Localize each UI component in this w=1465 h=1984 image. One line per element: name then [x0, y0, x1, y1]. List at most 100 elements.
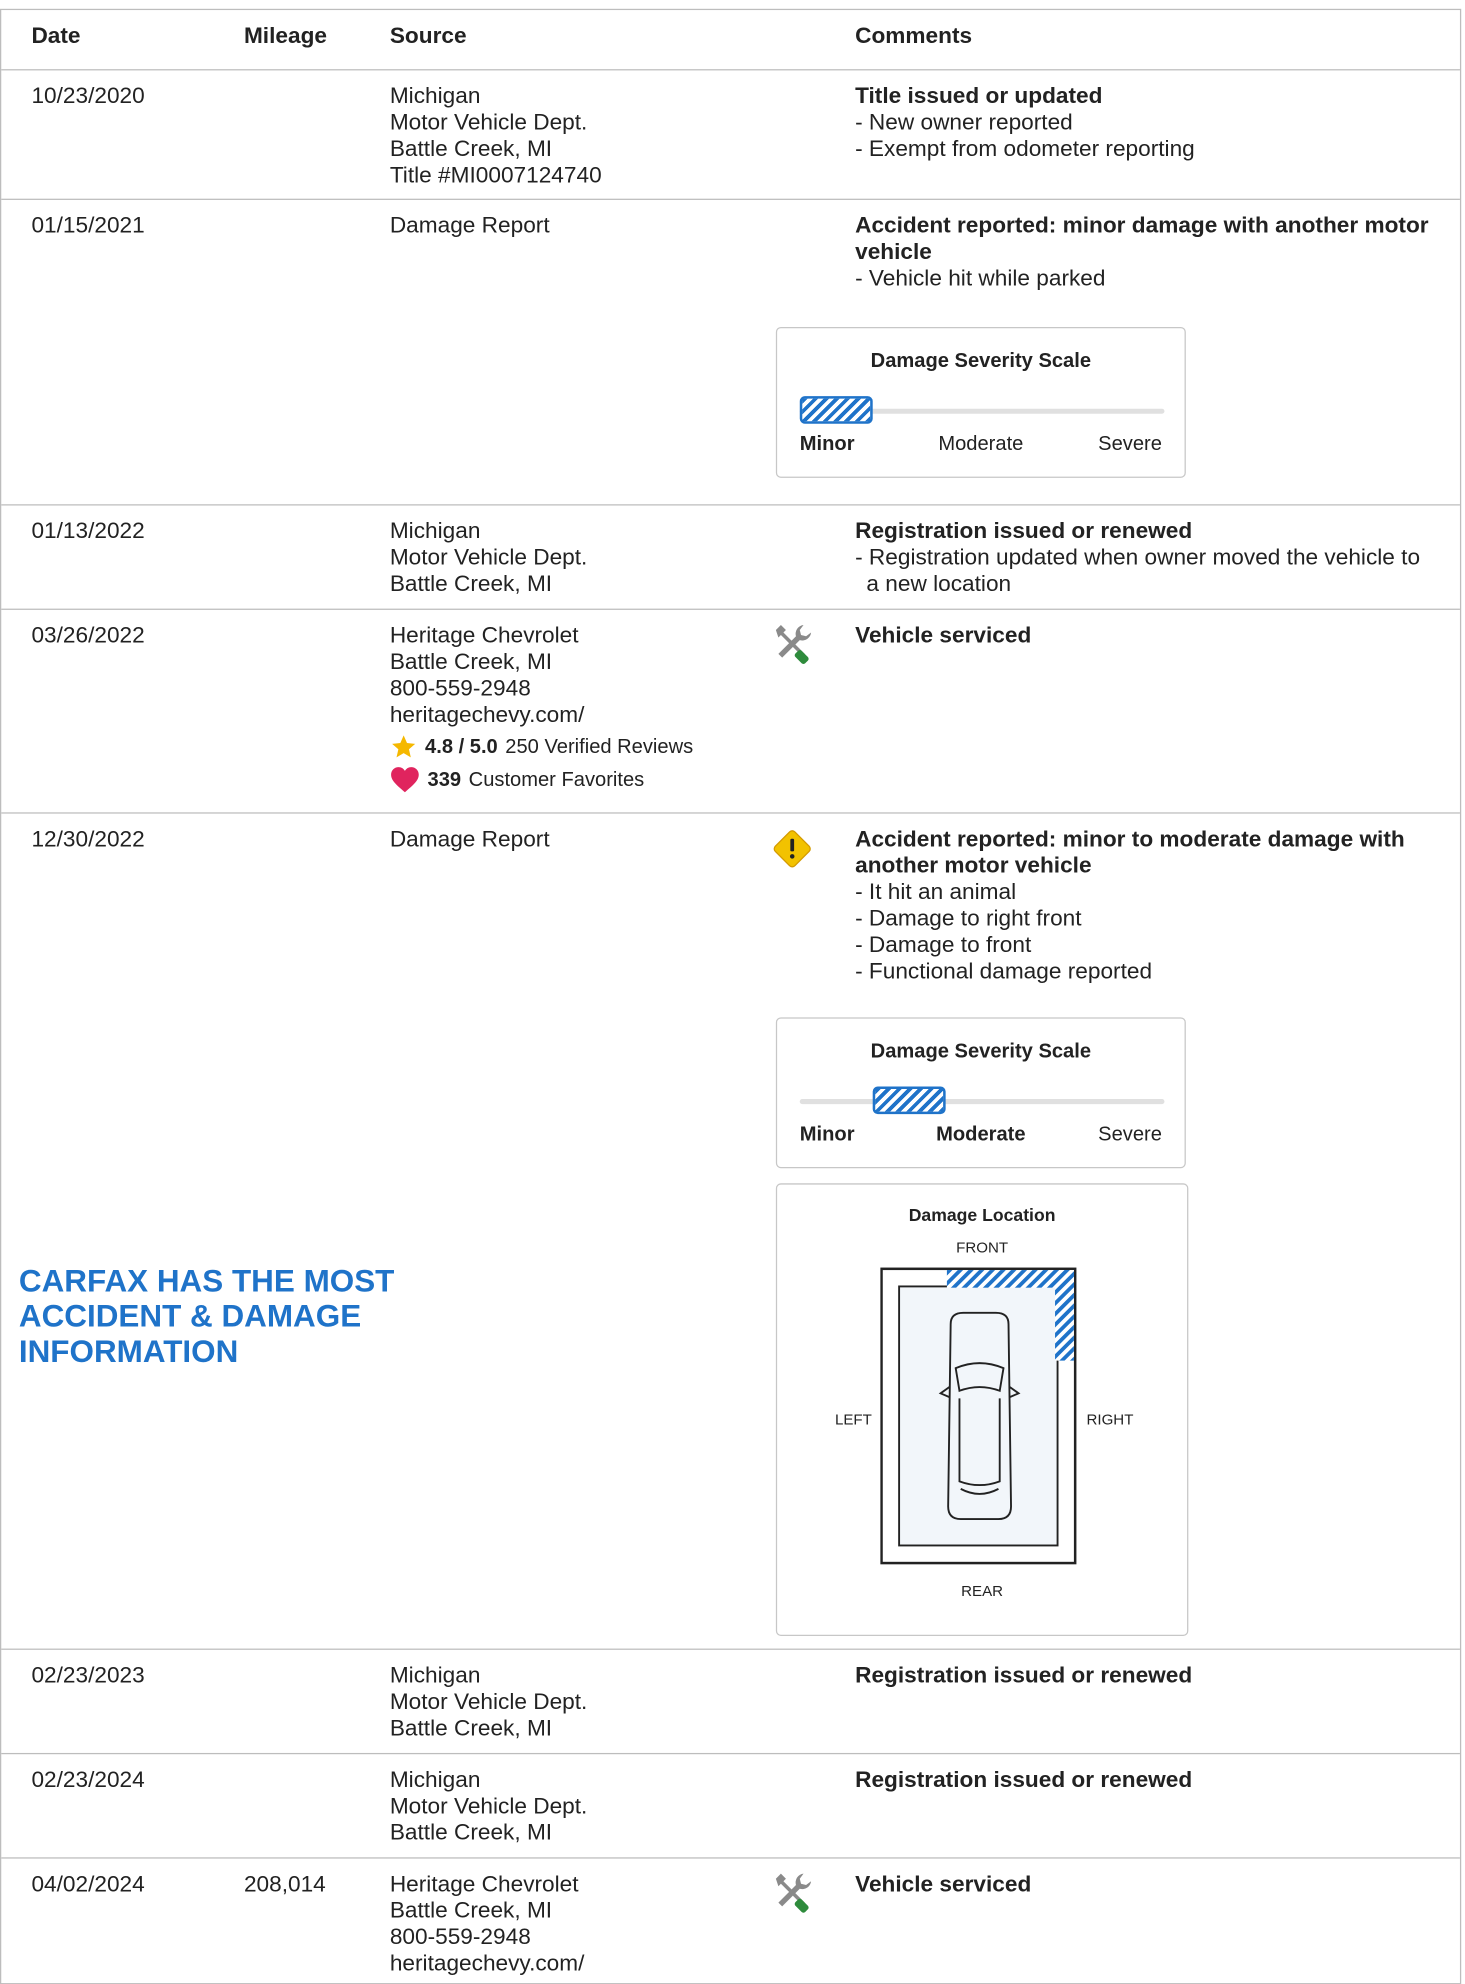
comment-bullet: Damage to right front	[855, 905, 1433, 931]
table-row: 10/23/2020 Michigan Motor Vehicle Dept. …	[1, 69, 1460, 199]
row-mileage: 208,014	[243, 1871, 326, 1897]
comment-bullet: Functional damage reported	[855, 958, 1433, 984]
table-row: 01/15/2021 Damage Report Accident report…	[1, 198, 1460, 505]
source-line: 800-559-2948	[389, 675, 531, 701]
comment-title: Registration issued or renewed	[855, 1662, 1193, 1688]
row-source: Michigan Motor Vehicle Dept. Battle Cree…	[390, 518, 588, 597]
source-line: Michigan	[389, 1766, 481, 1792]
comment-bullet: Vehicle hit while parked	[855, 265, 1433, 291]
severity-fill-moderate	[872, 1086, 946, 1115]
header-source: Source	[389, 22, 467, 48]
source-line: Title #MI0007124740	[389, 162, 602, 188]
row-source: Michigan Motor Vehicle Dept. Battle Cree…	[390, 83, 602, 189]
history-page: Date Mileage Source Comments 10/23/2020 …	[0, 0, 1465, 1984]
favorites-label: Customer Favorites	[468, 768, 645, 791]
comment-title: Accident reported: minor damage with ano…	[855, 212, 1429, 265]
source-line: Heritage Chevrolet	[389, 622, 579, 648]
source-line: Michigan	[389, 1662, 481, 1688]
source-line: Motor Vehicle Dept.	[389, 1688, 588, 1714]
source-link[interactable]: heritagechevy.com/	[390, 702, 693, 728]
comment-title: Vehicle serviced	[855, 622, 1032, 648]
severity-fill-minor	[799, 396, 873, 424]
source-line: Damage Report	[389, 826, 550, 852]
row-comments: Title issued or updated New owner report…	[855, 83, 1433, 162]
comment-title: Registration issued or renewed	[855, 1766, 1193, 1792]
source-line: Heritage Chevrolet	[389, 1871, 579, 1897]
promo-line: CARFAX HAS THE MOST	[18, 1263, 395, 1299]
row-date: 03/26/2022	[31, 622, 145, 648]
location-rear-label: REAR	[961, 1581, 1004, 1600]
comment-title: Accident reported: minor to moderate dam…	[855, 826, 1405, 878]
row-source: Heritage Chevrolet Battle Creek, MI 800-…	[390, 1871, 585, 1977]
source-line: Battle Creek, MI	[389, 570, 553, 597]
service-tools-icon	[771, 622, 814, 671]
source-line: Michigan	[389, 518, 481, 544]
row-source: Damage Report	[390, 826, 550, 852]
severity-label-severe: Severe	[1098, 1124, 1162, 1146]
damage-severity-scale: Damage Severity Scale Minor Moderate Sev…	[775, 1017, 1186, 1169]
dealer-rating[interactable]: 4.8 / 5.0 250 Verified Reviews	[390, 733, 693, 761]
source-line: Battle Creek, MI	[389, 1897, 553, 1923]
table-row: 01/13/2022 Michigan Motor Vehicle Dept. …	[1, 504, 1460, 608]
row-source: Michigan Motor Vehicle Dept. Battle Cree…	[390, 1662, 588, 1741]
severity-title: Damage Severity Scale	[870, 350, 1092, 373]
row-comments: Accident reported: minor damage with ano…	[855, 213, 1433, 292]
warning-icon	[771, 827, 814, 876]
row-date: 02/23/2023	[31, 1662, 145, 1688]
damage-severity-scale: Damage Severity Scale Minor Moderate Sev…	[775, 326, 1186, 478]
row-comments: Registration issued or renewed	[855, 1662, 1433, 1688]
table-row: 04/02/2024 208,014 Heritage Chevrolet Ba…	[1, 1857, 1460, 1983]
comment-bullet: Damage to front	[855, 932, 1433, 958]
source-line: Michigan	[389, 82, 481, 109]
table-header: Date Mileage Source Comments	[1, 10, 1460, 69]
row-date: 02/23/2024	[31, 1766, 145, 1792]
table-row: 02/23/2024 Michigan Motor Vehicle Dept. …	[1, 1752, 1460, 1857]
row-comments: Registration issued or renewed	[855, 1767, 1433, 1793]
row-comments: Vehicle serviced	[855, 622, 1433, 648]
favorites-count: 339	[427, 768, 462, 791]
location-right-label: RIGHT	[1086, 1410, 1134, 1429]
location-title: Damage Location	[908, 1204, 1056, 1225]
row-date: 12/30/2022	[31, 826, 145, 852]
row-date: 10/23/2020	[31, 82, 145, 109]
comment-bullet: It hit an animal	[855, 879, 1433, 905]
source-line: Battle Creek, MI	[389, 1715, 553, 1741]
source-line: Battle Creek, MI	[389, 135, 553, 161]
promo-line: INFORMATION	[18, 1334, 239, 1370]
row-source: Michigan Motor Vehicle Dept. Battle Cree…	[390, 1767, 588, 1846]
severity-label-severe: Severe	[1098, 433, 1162, 456]
comment-bullet: Exempt from odometer reporting	[855, 136, 1433, 162]
history-table: Date Mileage Source Comments 10/23/2020 …	[0, 8, 1462, 1984]
header-mileage: Mileage	[243, 22, 327, 48]
table-row: 12/30/2022 Damage Report Accident report…	[1, 812, 1460, 1648]
row-source: Damage Report	[390, 213, 550, 239]
comment-bullet: Registration updated when owner moved th…	[855, 544, 1433, 597]
row-comments: Registration issued or renewed Registrat…	[855, 518, 1433, 597]
severity-title: Damage Severity Scale	[870, 1041, 1092, 1063]
comment-title: Title issued or updated	[855, 82, 1103, 109]
header-date: Date	[31, 22, 81, 48]
comment-title: Registration issued or renewed	[855, 518, 1193, 544]
severity-track	[799, 1086, 1165, 1115]
rating-score: 4.8 / 5.0	[425, 736, 498, 758]
service-tools-icon	[771, 1871, 814, 1920]
damage-location-diagram: Damage Location FRONT REAR LEFT RIGHT	[775, 1183, 1189, 1637]
heart-icon	[391, 767, 419, 793]
dealer-favorites[interactable]: 339 Customer Favorites	[390, 766, 693, 794]
location-front-label: FRONT	[956, 1238, 1009, 1257]
car-diagram	[880, 1267, 1077, 1565]
rating-reviews: 250 Verified Reviews	[505, 736, 694, 758]
row-source: Heritage Chevrolet Battle Creek, MI 800-…	[390, 622, 693, 793]
source-link[interactable]: heritagechevy.com/	[390, 1950, 585, 1976]
table-row: 03/26/2022 Heritage Chevrolet Battle Cre…	[1, 608, 1460, 813]
source-line: 800-559-2948	[389, 1923, 531, 1950]
promo-line: ACCIDENT & DAMAGE	[18, 1298, 362, 1335]
source-line: Damage Report	[389, 212, 550, 238]
row-comments: Vehicle serviced	[855, 1871, 1433, 1897]
location-left-label: LEFT	[834, 1410, 872, 1429]
star-icon	[392, 735, 416, 758]
promo-banner: CARFAX HAS THE MOST ACCIDENT & DAMAGE IN…	[19, 1264, 395, 1370]
row-date: 04/02/2024	[31, 1871, 145, 1897]
source-line: Battle Creek, MI	[389, 1819, 553, 1845]
damage-area-right-front	[1055, 1270, 1074, 1361]
